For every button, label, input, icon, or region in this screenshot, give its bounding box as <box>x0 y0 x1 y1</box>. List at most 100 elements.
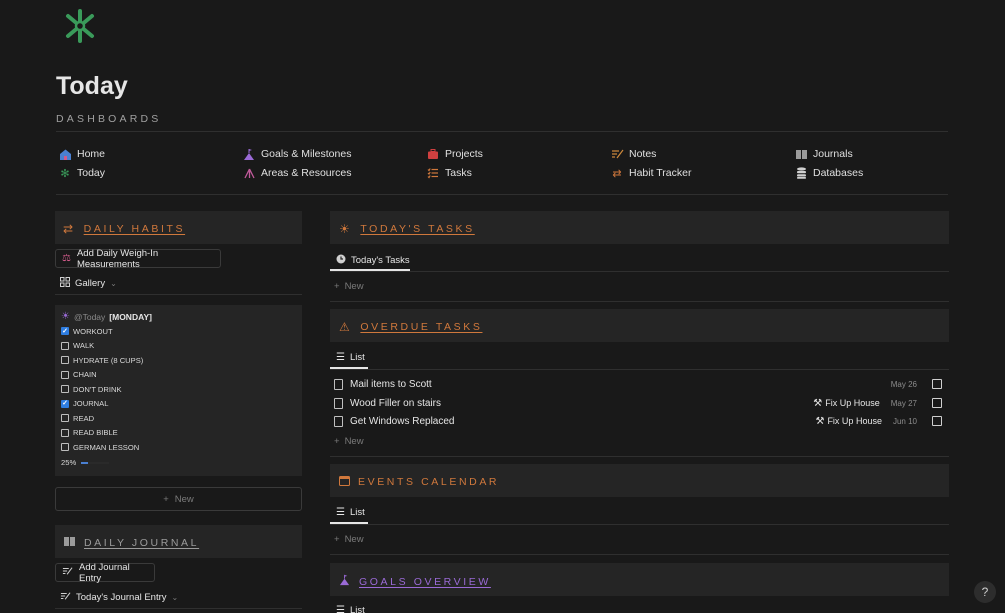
divider <box>330 271 949 272</box>
done-checkbox[interactable] <box>932 379 942 389</box>
button-label: Add Journal Entry <box>79 561 130 584</box>
done-checkbox[interactable] <box>932 416 942 426</box>
plus-icon: + <box>334 281 340 292</box>
nav-link-projects[interactable]: Projects <box>426 146 483 162</box>
nav-link-notes[interactable]: Notes <box>610 146 656 162</box>
nav-label: Today <box>77 167 106 179</box>
habit-item: READ <box>61 412 143 424</box>
task-title: Get Windows Replaced <box>350 415 455 427</box>
nav-link-goals-milestones[interactable]: Goals & Milestones <box>242 146 351 162</box>
repeat-icon: ⇄ <box>63 222 76 236</box>
progress-label: 25% <box>61 458 77 467</box>
habit-label: WALK <box>73 341 95 350</box>
scale-icon: ⚖ <box>62 253 71 264</box>
habit-checkbox[interactable] <box>61 385 69 393</box>
new-task-row[interactable]: + New <box>334 436 364 447</box>
habit-checkbox[interactable] <box>61 428 69 437</box>
tools-icon: ⚒ <box>815 415 825 427</box>
note-pen-icon <box>60 591 71 604</box>
habit-checkbox[interactable] <box>61 341 69 350</box>
divider <box>56 131 948 132</box>
project-tag[interactable]: ⚒ Fix Up House <box>813 398 880 409</box>
section-heading[interactable]: TODAY'S TASKS <box>360 223 474 235</box>
task-row[interactable]: Get Windows Replaced ⚒ Fix Up House Jun … <box>334 412 942 430</box>
button-label: New <box>174 493 194 505</box>
habit-label: READ <box>73 413 95 423</box>
page-subtitle: DASHBOARDS <box>56 113 162 125</box>
database-icon <box>794 166 808 180</box>
habit-label: JOURNAL <box>73 399 109 408</box>
view-label: List <box>349 352 365 363</box>
project-label: Fix Up House <box>827 416 882 426</box>
nav-link-databases[interactable]: Databases <box>794 165 863 181</box>
section-heading[interactable]: DAILY HABITS <box>84 223 185 235</box>
habit-item: READ BIBLE <box>61 427 143 439</box>
mountain-flag-icon <box>339 574 351 589</box>
task-row[interactable]: Wood Filler on stairs ⚒ Fix Up House May… <box>334 394 942 412</box>
nav-link-journals[interactable]: Journals <box>794 146 853 162</box>
network-icon <box>242 166 256 180</box>
habit-checkbox[interactable] <box>61 443 69 451</box>
nav-link-home[interactable]: Home <box>58 146 105 162</box>
new-label: New <box>344 436 364 447</box>
events-calendar-header: EVENTS CALENDAR <box>330 464 949 497</box>
section-heading[interactable]: GOALS OVERVIEW <box>359 576 491 588</box>
habit-checkbox[interactable] <box>61 356 69 364</box>
habit-checkbox[interactable] <box>61 414 69 422</box>
done-checkbox[interactable] <box>932 398 942 408</box>
habit-item: WORKOUT <box>61 325 143 337</box>
note-pen-icon <box>610 147 624 161</box>
habit-checkbox[interactable] <box>61 327 69 335</box>
home-icon <box>58 147 72 161</box>
mountain-flag-icon <box>242 147 256 161</box>
section-heading[interactable]: DAILY JOURNAL <box>84 537 199 549</box>
clock-icon <box>336 254 346 267</box>
journal-view-tab[interactable]: Today's Journal Entry ⌄ <box>60 591 178 604</box>
nav-link-areas-resources[interactable]: Areas & Resources <box>242 165 351 181</box>
habit-checkbox[interactable] <box>61 370 69 379</box>
habit-gallery-card[interactable]: ☀ @Today [MONDAY] WORKOUT WALK HYDRATE (… <box>55 305 302 476</box>
overdue-list-view-tab[interactable]: ☰ List <box>336 352 365 363</box>
nav-link-habit-tracker[interactable]: ⇄ Habit Tracker <box>610 165 691 181</box>
new-habit-card-button[interactable]: + New <box>55 487 302 511</box>
task-title: Wood Filler on stairs <box>350 397 441 409</box>
todays-tasks-view-tab[interactable]: Today's Tasks <box>336 254 410 267</box>
date-mention[interactable]: @Today <box>74 312 105 322</box>
due-date: May 27 <box>890 398 917 408</box>
project-tag[interactable]: ⚒ Fix Up House <box>815 416 882 427</box>
habit-label: READ BIBLE <box>73 428 118 437</box>
sun-icon: ☀ <box>339 222 353 236</box>
nav-label: Journals <box>813 148 853 160</box>
nav-label: Habit Tracker <box>629 167 692 179</box>
new-event-row[interactable]: + New <box>334 534 364 545</box>
add-journal-entry-button[interactable]: Add Journal Entry <box>55 561 155 584</box>
add-weigh-in-button[interactable]: ⚖ Add Daily Weigh-In Measurements <box>55 247 221 270</box>
nav-link-today[interactable]: ✻ Today <box>58 165 105 181</box>
view-label: Today's Tasks <box>351 255 410 266</box>
habit-checkbox[interactable] <box>61 399 69 408</box>
new-task-row[interactable]: + New <box>334 281 364 292</box>
events-list-view-tab[interactable]: ☰ List <box>336 507 365 518</box>
habit-label: DON'T DRINK <box>73 384 122 394</box>
help-button[interactable]: ? <box>974 581 996 603</box>
book-icon <box>63 536 76 550</box>
section-heading[interactable]: OVERDUE TASKS <box>360 321 482 333</box>
goals-list-view-tab[interactable]: ☰ List <box>336 605 365 613</box>
gallery-view-tab[interactable]: Gallery ⌄ <box>60 277 117 290</box>
task-title: Mail items to Scott <box>350 378 432 390</box>
nav-link-tasks[interactable]: Tasks <box>426 165 472 181</box>
overdue-tasks-header: ⚠ OVERDUE TASKS <box>330 309 949 342</box>
divider <box>330 301 949 302</box>
page-icon <box>334 397 343 409</box>
button-label: Add Daily Weigh-In Measurements <box>76 247 159 270</box>
section-heading[interactable]: EVENTS CALENDAR <box>358 476 499 488</box>
checklist-icon <box>426 166 440 180</box>
task-row[interactable]: Mail items to Scott May 26 <box>334 375 942 393</box>
goals-overview-header: GOALS OVERVIEW <box>330 563 949 596</box>
page-icon <box>334 378 343 390</box>
weekday-label: [MONDAY] <box>109 311 152 322</box>
nav-label: Notes <box>629 148 657 160</box>
plus-icon: + <box>163 493 169 505</box>
list-icon: ☰ <box>336 352 345 363</box>
divider <box>55 608 302 609</box>
